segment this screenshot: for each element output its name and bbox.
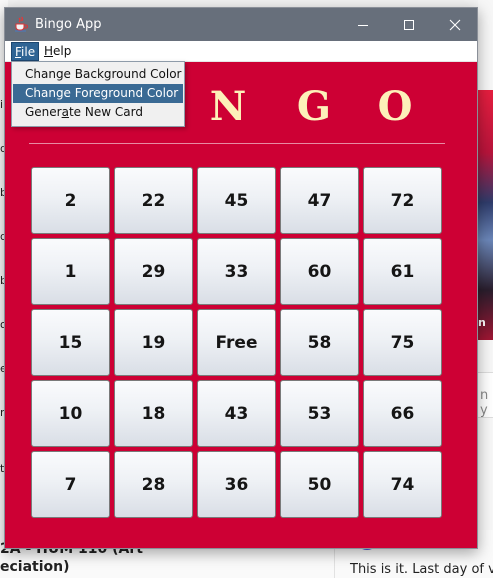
header-letter-n: N: [209, 83, 247, 130]
bingo-app-window: Bingo App File Help Change Background Co…: [4, 7, 478, 549]
file-menu-dropdown: Change Background Color Change Foregroun…: [11, 61, 185, 127]
close-icon: [449, 19, 461, 30]
bingo-cell[interactable]: 33: [197, 238, 276, 305]
background-search-text: n y: [480, 388, 489, 418]
bingo-cell[interactable]: 75: [363, 309, 442, 376]
bingo-cell[interactable]: 66: [363, 380, 442, 447]
menu-item-label-part: Gener: [25, 105, 62, 119]
background-post-text: This is it. Last day of v: [350, 562, 493, 577]
background-photo-caption: n: [478, 316, 486, 329]
bingo-cell[interactable]: 1: [31, 238, 110, 305]
bingo-cell[interactable]: 47: [280, 167, 359, 234]
maximize-icon: [404, 19, 414, 30]
menu-item-mnemonic: a: [61, 105, 69, 119]
bingo-cell[interactable]: 74: [363, 451, 442, 518]
close-button[interactable]: [432, 8, 478, 41]
bingo-cell[interactable]: 7: [31, 451, 110, 518]
menu-item-change-background-color[interactable]: Change Background Color: [13, 65, 183, 84]
menu-help[interactable]: Help: [41, 42, 74, 61]
window-title: Bingo App: [35, 17, 102, 32]
menu-help-label: elp: [53, 44, 72, 58]
menu-item-generate-new-card[interactable]: Generate New Card: [13, 103, 183, 122]
bingo-cell[interactable]: 18: [114, 380, 193, 447]
menu-file-label: ile: [21, 45, 36, 59]
background-photo: [478, 90, 493, 340]
menu-item-label-part: te New Card: [68, 105, 143, 119]
background-letter: i: [0, 98, 4, 111]
bingo-cell[interactable]: 45: [197, 167, 276, 234]
header-divider: [29, 143, 445, 144]
menu-item-change-foreground-color[interactable]: Change Foreground Color: [13, 84, 183, 103]
maximize-button[interactable]: [386, 8, 432, 41]
menu-file[interactable]: File: [11, 42, 40, 61]
bingo-cell[interactable]: 36: [197, 451, 276, 518]
bingo-cell[interactable]: 10: [31, 380, 110, 447]
bingo-cell[interactable]: 15: [31, 309, 110, 376]
bingo-cell[interactable]: 60: [280, 238, 359, 305]
java-cup-icon: [13, 16, 29, 32]
bingo-card-grid: 2 22 45 47 72 1 29 33 60 61 15 19 Free 58 75 10 18 43 53 66…: [31, 167, 444, 521]
bingo-cell-free[interactable]: Free: [197, 309, 276, 376]
bingo-cell[interactable]: 72: [363, 167, 442, 234]
bingo-cell[interactable]: 50: [280, 451, 359, 518]
menu-bar: File Help: [5, 41, 477, 62]
bingo-cell[interactable]: 2: [31, 167, 110, 234]
bingo-cell[interactable]: 61: [363, 238, 442, 305]
minimize-button[interactable]: [340, 8, 386, 41]
bingo-cell[interactable]: 43: [197, 380, 276, 447]
minimize-icon: [358, 24, 368, 26]
header-letter-o: O: [377, 83, 413, 130]
background-course-line-2: eciation): [0, 559, 70, 575]
bingo-cell[interactable]: 53: [280, 380, 359, 447]
bingo-cell[interactable]: 29: [114, 238, 193, 305]
menu-help-mnemonic: H: [44, 44, 54, 58]
header-letter-g: G: [296, 83, 332, 130]
bingo-cell[interactable]: 19: [114, 309, 193, 376]
bingo-cell[interactable]: 58: [280, 309, 359, 376]
title-bar[interactable]: Bingo App: [5, 8, 477, 41]
bingo-cell[interactable]: 28: [114, 451, 193, 518]
bingo-cell[interactable]: 22: [114, 167, 193, 234]
